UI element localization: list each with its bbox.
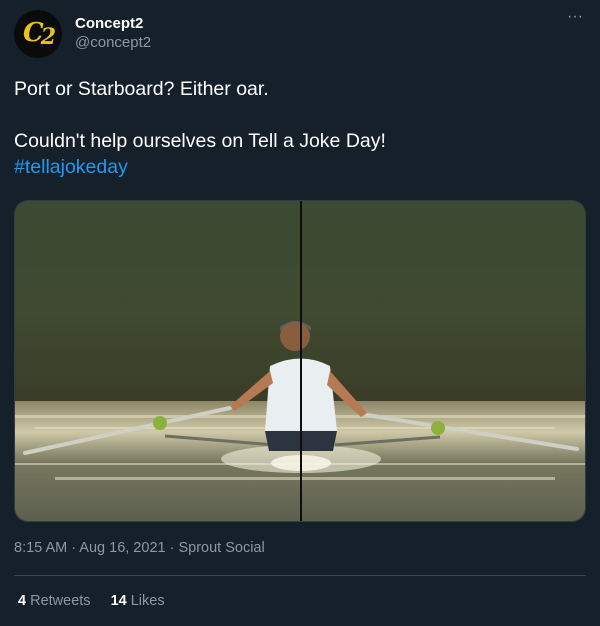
rowing-photo (15, 201, 585, 521)
likes-stat[interactable]: 14 Likes (111, 593, 165, 609)
tweet-text: Port or Starboard? Either oar. Couldn't … (14, 76, 586, 180)
tweet-header: C2 Concept2 @concept2 ··· (14, 9, 586, 58)
retweets-stat[interactable]: 4 Retweets (18, 593, 91, 609)
hashtag-link[interactable]: #tellajokeday (14, 156, 128, 178)
tweet-time[interactable]: 8:15 AM (14, 540, 67, 556)
author-handle[interactable]: @concept2 (75, 33, 151, 53)
meta-separator: · (67, 540, 80, 556)
tweet-line-1: Port or Starboard? Either oar. (14, 78, 269, 100)
tweet-line-2: Couldn't help ourselves on Tell a Joke D… (14, 130, 386, 152)
more-horizontal-icon[interactable]: ··· (564, 9, 586, 30)
avatar[interactable]: C2 (14, 10, 62, 58)
tweet-stats: 4 Retweets 14 Likes (18, 593, 165, 609)
author-display-name[interactable]: Concept2 (75, 14, 151, 33)
retweets-count: 4 (18, 593, 27, 609)
likes-count: 14 (110, 593, 127, 609)
author-names: Concept2 @concept2 (75, 14, 151, 53)
tweet-meta: 8:15 AM · Aug 16, 2021 · Sprout Social (14, 540, 265, 556)
retweets-label: Retweets (30, 593, 91, 609)
tweet-media-image[interactable] (14, 200, 586, 522)
divider (14, 575, 586, 576)
tweet-date[interactable]: Aug 16, 2021 (79, 540, 165, 556)
concept2-logo: C2 (22, 18, 56, 50)
meta-separator: · (165, 540, 179, 556)
tweet-source[interactable]: Sprout Social (178, 540, 264, 556)
likes-label: Likes (130, 593, 165, 609)
